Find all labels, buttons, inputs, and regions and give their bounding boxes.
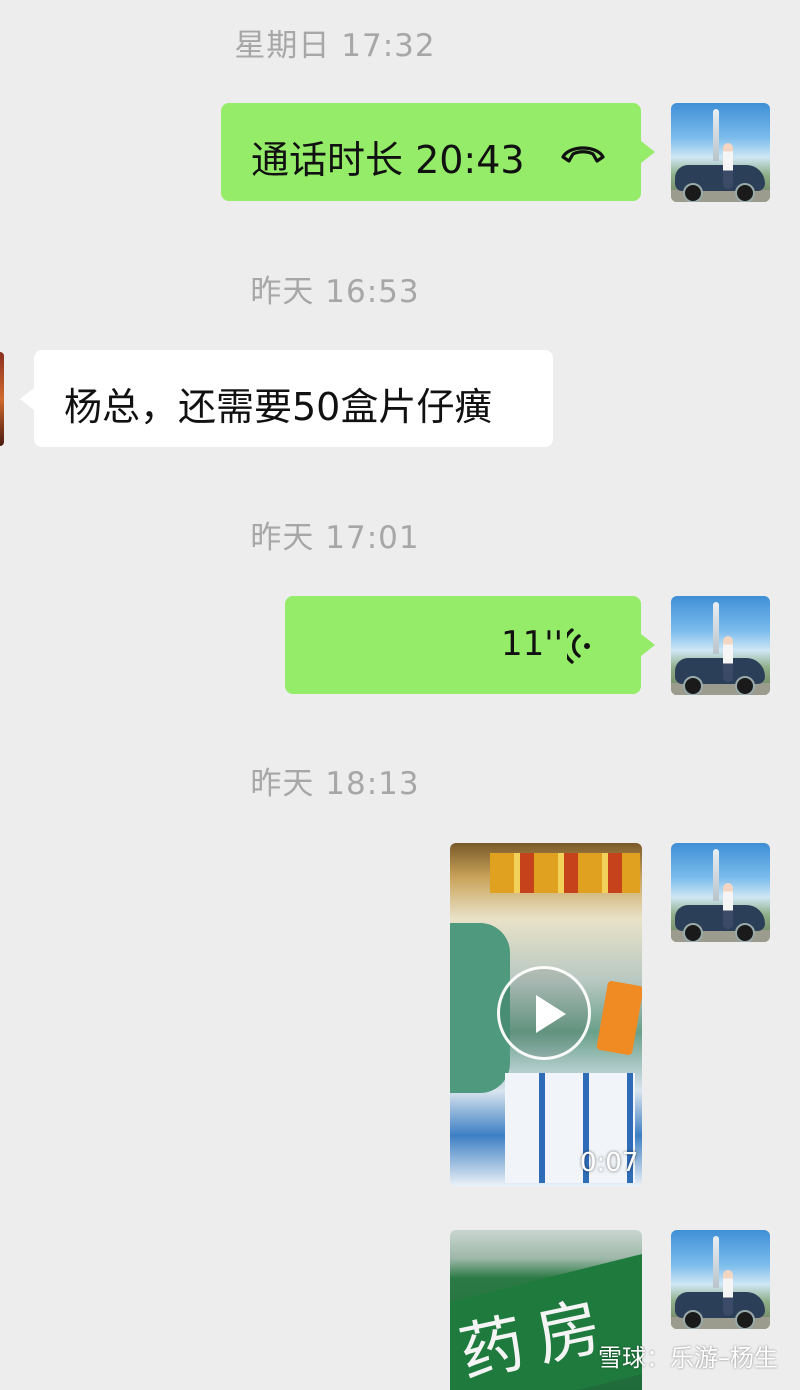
timestamp: 昨天 18:13 <box>250 766 420 802</box>
call-duration-label: 通话时长 20:43 <box>251 138 525 182</box>
phone-hangup-icon <box>561 146 605 163</box>
voice-wave-icon <box>567 628 590 664</box>
timestamp: 昨天 17:01 <box>250 520 420 556</box>
timestamp: 昨天 16:53 <box>250 274 420 310</box>
avatar[interactable] <box>671 596 770 695</box>
voice-message-bubble[interactable]: 11'' <box>285 596 655 694</box>
avatar[interactable] <box>671 103 770 202</box>
avatar[interactable] <box>671 843 770 942</box>
contact-avatar[interactable] <box>0 352 4 446</box>
received-message-bubble[interactable]: 杨总，还需要50盒片仔癀 <box>20 350 553 447</box>
watermark: 雪球：乐游–杨生 <box>598 1344 778 1372</box>
voice-duration: 11'' <box>501 624 563 664</box>
timestamp: 星期日 17:32 <box>234 28 436 64</box>
call-record-bubble[interactable]: 通话时长 20:43 <box>221 103 655 201</box>
video-duration: 0:07 <box>580 1148 639 1178</box>
play-icon[interactable] <box>497 966 591 1060</box>
avatar[interactable] <box>671 1230 770 1329</box>
message-text: 杨总，还需要50盒片仔癀 <box>64 385 493 429</box>
